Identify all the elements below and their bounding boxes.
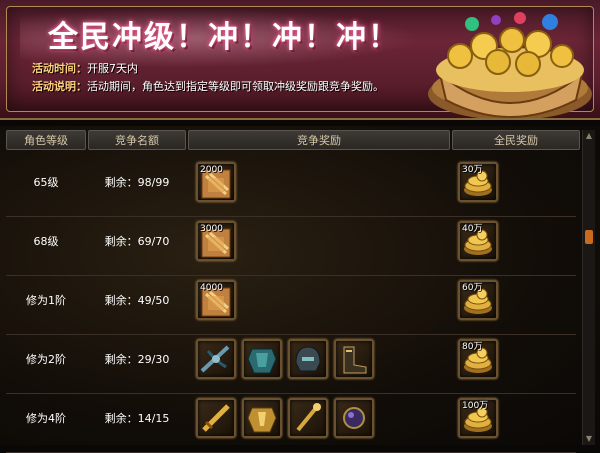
compete-reward-item[interactable]: 2000 <box>196 162 236 202</box>
role-level: 65级 <box>33 176 59 189</box>
all-reward-item[interactable]: 100万 <box>458 398 498 438</box>
header-all-reward: 全民奖励 <box>452 130 580 150</box>
compete-reward-item[interactable] <box>196 398 236 438</box>
compete-reward-item[interactable] <box>242 339 282 379</box>
event-banner: 全民冲级！冲！冲！冲！ 活动时间：开服7天内 活动说明：活动期间，角色达到指定等… <box>0 0 600 120</box>
remaining-slots: 剩余：69/70 <box>104 235 170 248</box>
dark-orb-icon <box>343 407 365 429</box>
header-compete-reward: 竞争奖励 <box>188 130 450 150</box>
boots-icon <box>343 346 367 374</box>
scroll-thumb[interactable] <box>585 230 593 244</box>
item-amount: 4000 <box>200 283 223 293</box>
event-description-label: 活动说明： <box>32 80 87 93</box>
all-reward-item[interactable]: 30万 <box>458 162 498 202</box>
event-time-label: 活动时间： <box>32 62 87 75</box>
header-role-level: 角色等级 <box>6 130 86 150</box>
reward-table: 角色等级 竞争名额 竞争奖励 全民奖励 65级 剩余：98/99 2000 30万 68… <box>0 126 600 453</box>
event-time-value: 开服7天内 <box>87 62 138 75</box>
item-amount: 80万 <box>462 342 483 352</box>
scroll-up-button[interactable]: ▲ <box>583 130 595 142</box>
event-description-value: 活动期间，角色达到指定等级即可领取冲级奖励跟竞争奖励。 <box>87 80 384 93</box>
helmet-icon <box>295 346 321 372</box>
table-row: 68级 剩余：69/70 3000 40万 <box>6 217 576 276</box>
item-amount: 30万 <box>462 165 483 175</box>
golden-staff-icon <box>296 403 321 432</box>
remaining-slots: 剩余：29/30 <box>104 353 170 366</box>
item-amount: 3000 <box>200 224 223 234</box>
role-level: 68级 <box>33 235 59 248</box>
table-row: 65级 剩余：98/99 2000 30万 <box>6 158 576 217</box>
remaining-slots: 剩余：14/15 <box>104 412 170 425</box>
table-row: 修为1阶 剩余：49/50 4000 60万 <box>6 276 576 335</box>
compete-reward-item[interactable] <box>196 339 236 379</box>
all-reward-item[interactable]: 80万 <box>458 339 498 379</box>
compete-reward-item[interactable] <box>242 398 282 438</box>
scrollbar[interactable]: ▲ ▼ <box>582 130 595 445</box>
all-reward-item[interactable]: 60万 <box>458 280 498 320</box>
all-reward-item[interactable]: 40万 <box>458 221 498 261</box>
item-amount: 100万 <box>462 401 489 411</box>
treasure-bowl-icon <box>428 12 592 118</box>
header-compete-slots: 竞争名额 <box>88 130 186 150</box>
armor-icon <box>247 348 277 374</box>
item-amount: 40万 <box>462 224 483 234</box>
role-level: 修为4阶 <box>26 412 66 425</box>
role-level: 修为2阶 <box>26 353 66 366</box>
banner-title: 全民冲级！冲！冲！冲！ <box>48 20 400 55</box>
table-row: 修为4阶 剩余：14/15 100万 <box>6 394 576 453</box>
compete-reward-item[interactable] <box>288 339 328 379</box>
event-time: 活动时间：开服7天内 <box>32 60 138 76</box>
crossbow-icon <box>200 345 230 373</box>
compete-reward-item[interactable] <box>334 398 374 438</box>
event-description: 活动说明：活动期间，角色达到指定等级即可领取冲级奖励跟竞争奖励。 <box>32 78 384 94</box>
compete-reward-item[interactable] <box>288 398 328 438</box>
role-level: 修为1阶 <box>26 294 66 307</box>
golden-weapon-icon <box>202 404 230 432</box>
table-row: 修为2阶 剩余：29/30 80万 <box>6 335 576 394</box>
scroll-down-button[interactable]: ▼ <box>583 433 595 445</box>
remaining-slots: 剩余：49/50 <box>104 294 170 307</box>
compete-reward-item[interactable]: 3000 <box>196 221 236 261</box>
compete-reward-item[interactable] <box>334 339 374 379</box>
remaining-slots: 剩余：98/99 <box>104 176 170 189</box>
golden-armor-icon <box>247 407 277 433</box>
compete-reward-item[interactable]: 4000 <box>196 280 236 320</box>
item-amount: 2000 <box>200 165 223 175</box>
item-amount: 60万 <box>462 283 483 293</box>
table-header: 角色等级 竞争名额 竞争奖励 全民奖励 <box>6 130 580 150</box>
